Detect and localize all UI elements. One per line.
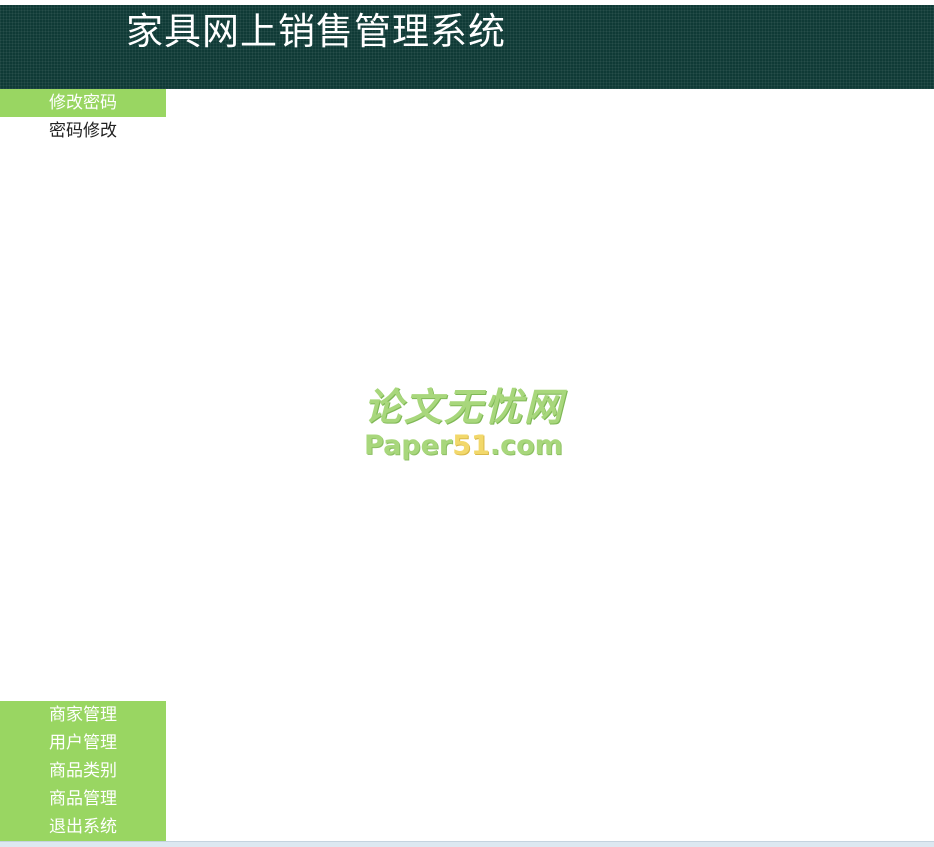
page: 家具网上销售管理系统 修改密码 密码修改 商家管理 用户管理 商品类别 商品管理… bbox=[0, 0, 934, 847]
menu-item-password-modify[interactable]: 密码修改 bbox=[0, 117, 166, 145]
watermark-en-suffix: .com bbox=[489, 430, 563, 461]
menu-header-user-management[interactable]: 用户管理 bbox=[0, 729, 166, 757]
menu-header-change-password[interactable]: 修改密码 bbox=[0, 89, 166, 117]
watermark-logo: 论文无忧网 Paper51.com bbox=[364, 384, 574, 466]
watermark-en-prefix: Paper bbox=[364, 430, 453, 461]
watermark-en-text: Paper51.com bbox=[364, 430, 563, 462]
menu-header-merchant-management[interactable]: 商家管理 bbox=[0, 701, 166, 729]
sidebar-bottom-section: 商家管理 用户管理 商品类别 商品管理 退出系统 bbox=[0, 701, 166, 841]
status-bar bbox=[0, 841, 934, 847]
menu-header-logout[interactable]: 退出系统 bbox=[0, 813, 166, 841]
menu-header-product-management[interactable]: 商品管理 bbox=[0, 785, 166, 813]
watermark-cn-text: 论文无忧网 bbox=[364, 385, 565, 429]
watermark-en-accent: 51 bbox=[452, 430, 490, 461]
menu-header-product-category[interactable]: 商品类别 bbox=[0, 757, 166, 785]
system-title: 家具网上销售管理系统 bbox=[126, 10, 506, 53]
header-banner: 家具网上销售管理系统 bbox=[0, 5, 934, 89]
sidebar-top-section: 修改密码 密码修改 bbox=[0, 89, 166, 145]
